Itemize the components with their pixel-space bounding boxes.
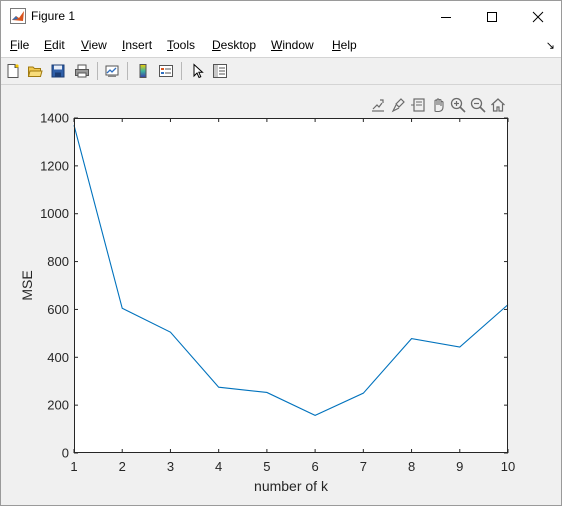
x-tick-label: 4 xyxy=(215,459,222,474)
x-tick-label: 10 xyxy=(501,459,515,474)
chart-svg: 1 2 3 4 5 6 7 8 9 10 0 200 400 600 800 1000 1200 1400 num… xyxy=(19,111,515,495)
x-tick-label: 7 xyxy=(360,459,367,474)
y-tick-label: 0 xyxy=(62,446,69,461)
y-axis-label: MSE xyxy=(19,270,35,300)
y-tick-label: 200 xyxy=(47,398,69,413)
x-tick-label: 3 xyxy=(167,459,174,474)
x-tick-label: 2 xyxy=(119,459,126,474)
y-tick-label: 1000 xyxy=(40,206,69,221)
y-tick-label: 1200 xyxy=(40,158,69,173)
x-tick-label: 6 xyxy=(311,459,318,474)
x-axis-label: number of k xyxy=(254,478,329,494)
axes-background xyxy=(74,118,508,453)
y-tick-label: 800 xyxy=(47,254,69,269)
x-tick-label: 8 xyxy=(408,459,415,474)
x-tick-label: 1 xyxy=(70,459,77,474)
y-tick-label: 1400 xyxy=(40,111,69,126)
x-tick-label: 9 xyxy=(456,459,463,474)
x-tick-label: 5 xyxy=(263,459,270,474)
y-tick-label: 400 xyxy=(47,350,69,365)
y-tick-label: 600 xyxy=(47,302,69,317)
figure-window: Figure 1 File Edit View Insert Tools Des… xyxy=(0,0,562,506)
